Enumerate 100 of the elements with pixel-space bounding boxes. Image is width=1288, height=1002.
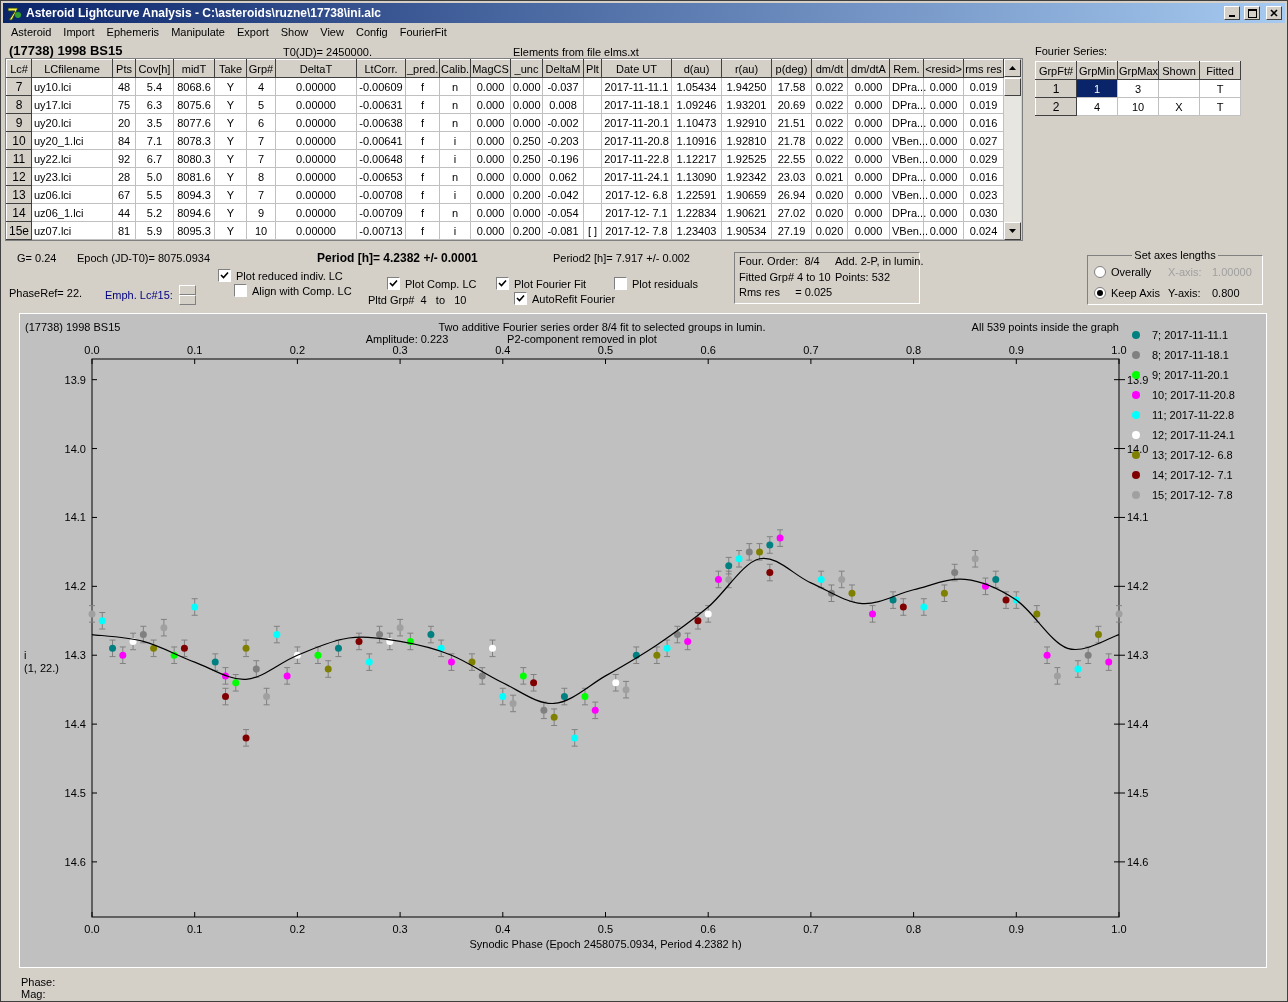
fit-info-text: Points: 532: [835, 270, 892, 285]
column-header[interactable]: Fitted: [1199, 61, 1241, 80]
legend-label: 9; 2017-11-20.1: [1152, 369, 1229, 381]
column-header[interactable]: Pts: [112, 59, 136, 78]
point: [1033, 610, 1041, 618]
column-header[interactable]: Cov[h]: [135, 59, 174, 78]
menu-item[interactable]: Manipulate: [165, 26, 231, 38]
menu-item[interactable]: Export: [230, 26, 275, 38]
scroll-thumb[interactable]: [1004, 78, 1021, 96]
column-header[interactable]: DeltaM: [542, 59, 584, 78]
data-point: [160, 618, 168, 637]
point: [940, 589, 948, 597]
column-header[interactable]: MagCS: [470, 59, 511, 78]
column-header[interactable]: _unc: [510, 59, 543, 78]
point: [920, 603, 928, 611]
data-point: [673, 625, 681, 644]
menu-item[interactable]: Ephemeris: [100, 26, 166, 38]
menu-item[interactable]: Show: [274, 26, 315, 38]
axis-tick-label: 14.1: [1127, 511, 1149, 524]
axis-tick-label: 0.5: [597, 344, 614, 356]
column-header[interactable]: Rem.: [889, 59, 924, 78]
menu-item[interactable]: Asteroid: [5, 26, 58, 38]
point: [992, 575, 1000, 583]
data-point: [920, 598, 928, 616]
down-arrow-icon[interactable]: [1009, 229, 1016, 233]
mag-readout: Mag:: [21, 988, 47, 1000]
column-header[interactable]: _pred.: [405, 59, 440, 78]
axis-length-field[interactable]: 0.800: [1212, 287, 1256, 300]
radio-circle[interactable]: [1094, 265, 1106, 278]
maximize-button[interactable]: [1244, 6, 1260, 20]
column-header[interactable]: DeltaT: [275, 59, 357, 78]
point: [581, 693, 589, 701]
data-point: [509, 694, 517, 713]
menu-item[interactable]: Import: [57, 26, 101, 38]
t0-label: T0(JD)= 2450000.: [283, 46, 373, 58]
column-header[interactable]: LCfilename: [31, 59, 113, 78]
checkbox[interactable]: Plot Comp. LC: [387, 277, 496, 290]
up-arrow-icon[interactable]: [1009, 66, 1016, 70]
menu-item[interactable]: View: [314, 26, 350, 38]
fit-info-text: Rms res = 0.025: [739, 286, 834, 301]
window-title: Asteroid Lightcurve Analysis - C:\asteroids\ruzne\17738\ini.alc: [26, 6, 382, 20]
point: [591, 706, 599, 714]
column-header[interactable]: Calib.: [439, 59, 471, 78]
data-point: [612, 674, 620, 692]
data-point: [766, 536, 774, 554]
scrollbar[interactable]: [1004, 59, 1021, 240]
axis-tick-label: 0.8: [905, 344, 922, 356]
column-header[interactable]: Date UT: [601, 59, 672, 78]
data-point: [232, 674, 240, 692]
column-header[interactable]: rms res: [963, 59, 1004, 78]
point: [314, 651, 322, 659]
data-point: [396, 618, 404, 637]
point: [684, 637, 692, 645]
point: [427, 631, 435, 639]
column-header[interactable]: GrpMax: [1117, 61, 1159, 80]
checkbox[interactable]: Align with Comp. LC: [234, 284, 368, 297]
point: [283, 672, 291, 680]
column-header[interactable]: Take: [214, 59, 247, 78]
column-header[interactable]: midT: [173, 59, 215, 78]
fit-info-text: Four. Order: 8/4: [739, 255, 821, 269]
column-header[interactable]: dm/dtA: [847, 59, 890, 78]
column-header[interactable]: GrpFt#: [1035, 61, 1077, 80]
phase-ref-value: PhaseRef= 22.: [9, 287, 84, 299]
data-point: [704, 605, 712, 623]
column-header[interactable]: Shown: [1158, 61, 1200, 80]
spin-control[interactable]: [178, 284, 196, 305]
column-header[interactable]: p(deg): [771, 59, 812, 78]
axis-tick-label: 0.7: [803, 344, 819, 356]
radio-circle[interactable]: [1094, 287, 1106, 300]
axis-tick-label: 13.9: [64, 373, 86, 386]
minimize-button[interactable]: [1224, 6, 1240, 20]
data-point: [314, 646, 322, 664]
menu-item[interactable]: FourierFit: [393, 26, 453, 38]
data-point: [1012, 591, 1020, 609]
point: [519, 672, 527, 680]
radio-button[interactable]: Keep Axis: [1094, 287, 1168, 300]
point: [1094, 631, 1102, 639]
close-button[interactable]: [1266, 6, 1282, 20]
column-header[interactable]: d(au): [671, 59, 722, 78]
data-point: [1094, 625, 1102, 644]
column-header[interactable]: GrpMin: [1076, 61, 1118, 80]
column-header[interactable]: LtCorr.: [356, 59, 406, 78]
data-point: [1043, 646, 1051, 664]
column-header[interactable]: Lc#: [6, 59, 32, 78]
data-point: [1115, 605, 1123, 623]
checkbox[interactable]: Plot reduced indiv. LC: [218, 269, 368, 282]
checkbox[interactable]: Plot residuals: [614, 277, 724, 290]
menu-item[interactable]: Config: [349, 26, 394, 38]
point: [725, 575, 733, 583]
column-header[interactable]: dm/dt: [811, 59, 848, 78]
column-header[interactable]: <resid>: [923, 59, 964, 78]
data-point: [560, 687, 568, 706]
checkbox[interactable]: AutoRefit Fourier: [514, 292, 614, 305]
column-header[interactable]: Grp#: [246, 59, 276, 78]
point: [725, 562, 733, 570]
fourier-series-label: Fourier Series:: [1035, 45, 1109, 57]
checkbox[interactable]: Plot Fourier Fit: [496, 277, 614, 290]
point: [242, 734, 250, 742]
radio-button[interactable]: Overally: [1094, 265, 1168, 278]
column-header[interactable]: r(au): [721, 59, 772, 78]
